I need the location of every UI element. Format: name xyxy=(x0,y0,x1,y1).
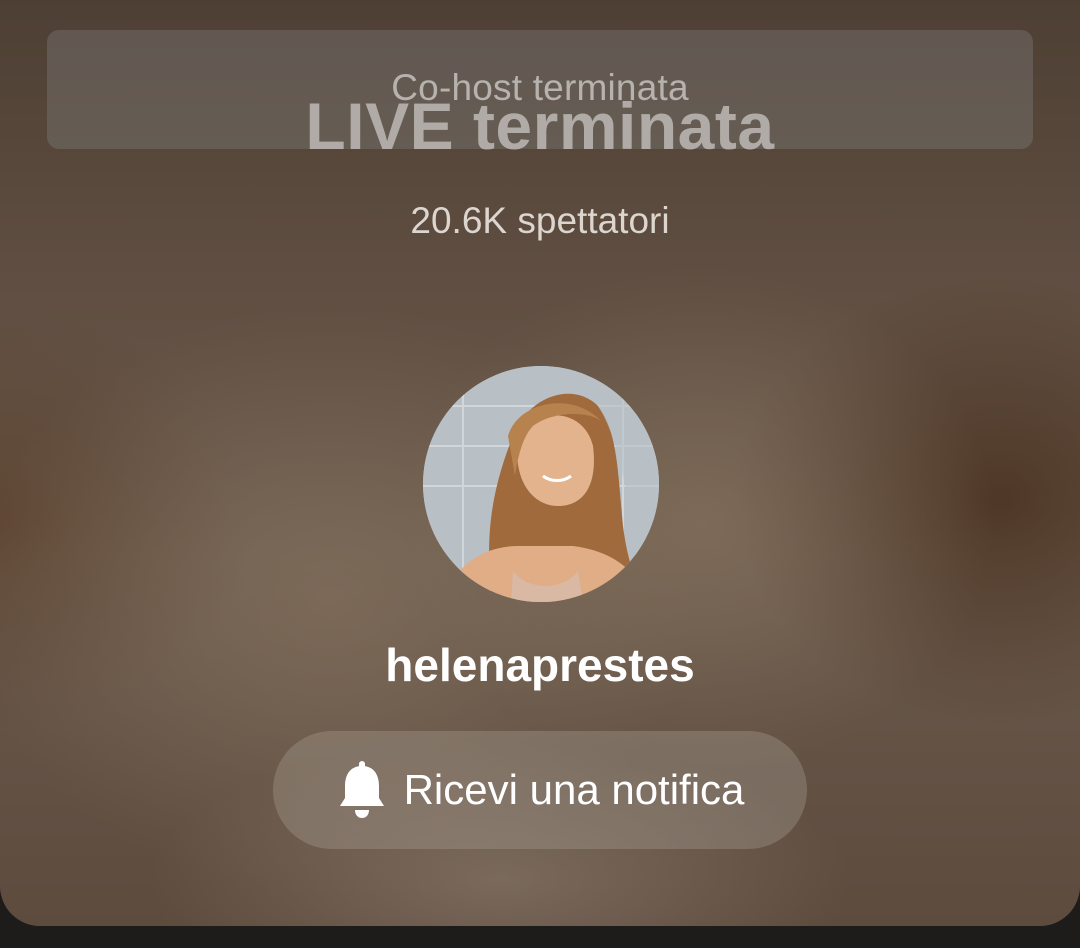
host-username[interactable]: helenaprestes xyxy=(0,638,1080,692)
bell-icon xyxy=(339,761,384,818)
notify-button-label: Ricevi una notifica xyxy=(403,766,745,813)
live-ended-title: LIVE terminata xyxy=(305,89,775,163)
profile-photo xyxy=(423,366,659,602)
viewer-count: 20.6K spettatori xyxy=(410,200,670,241)
notify-button[interactable]: Ricevi una notifica xyxy=(273,731,807,849)
live-ended-screen: Co-host terminata LIVE terminata 20.6K s… xyxy=(0,0,1080,926)
avatar[interactable] xyxy=(423,366,659,602)
